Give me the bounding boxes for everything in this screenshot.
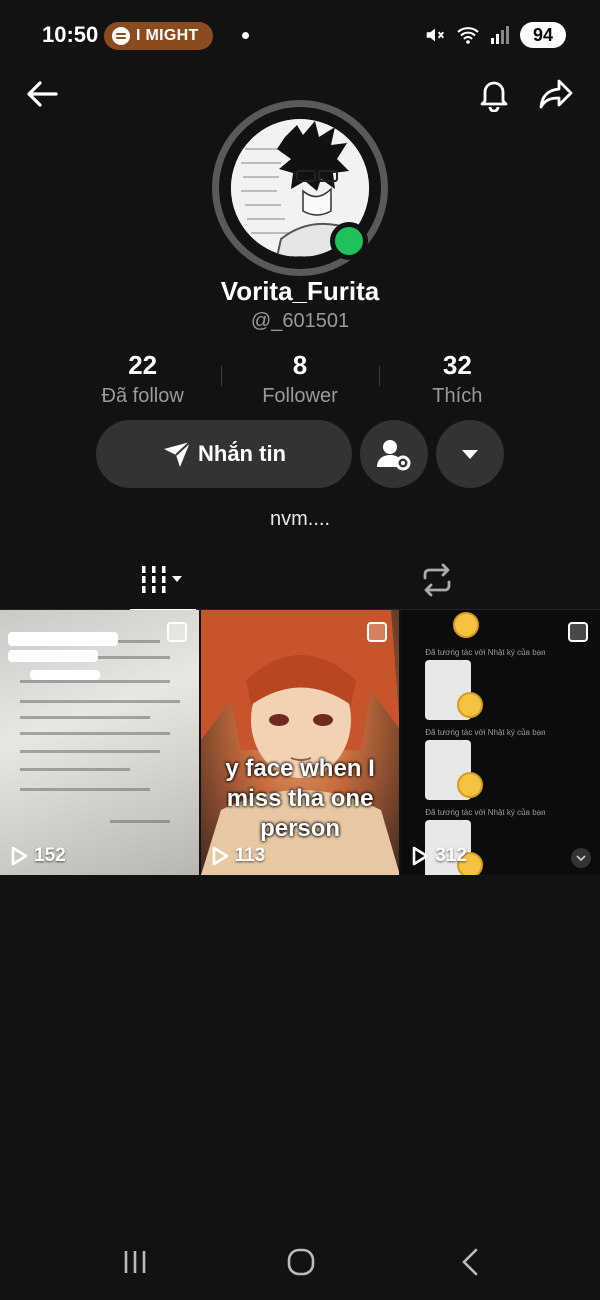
stat-likes[interactable]: 32 Thích: [378, 350, 536, 408]
video-thumbnail[interactable]: y face when I miss tha one person 113: [200, 610, 400, 875]
multi-photo-icon: [367, 622, 388, 642]
signal-icon: [491, 26, 509, 44]
home-button[interactable]: [276, 1238, 326, 1286]
more-options-button[interactable]: [436, 420, 504, 488]
profile-actions: Nhắn tin: [96, 420, 504, 488]
video-caption: y face when I miss tha one person: [225, 755, 375, 842]
display-name: Vorita_Furita: [220, 276, 380, 306]
caret-down-icon: [462, 450, 478, 459]
view-count-value: 113: [234, 845, 266, 866]
back-arrow-icon: [27, 81, 58, 107]
friend-settings-button[interactable]: [360, 420, 428, 488]
message-button[interactable]: Nhắn tin: [96, 420, 352, 488]
stat-followers[interactable]: 8 Follower: [221, 350, 378, 408]
spotify-icon: [112, 27, 130, 45]
status-bar: 10:50 I MIGHT 94: [0, 0, 600, 72]
now-playing-title: I MIGHT: [136, 27, 199, 44]
recents-icon: [124, 1251, 146, 1273]
stat-value: 22: [128, 350, 158, 380]
clock: 10:50: [42, 22, 99, 47]
system-back-button[interactable]: [446, 1238, 496, 1286]
story-interaction-text: Đã tương tác với Nhật ký của bạn: [425, 728, 546, 737]
user-settings-icon: [377, 440, 411, 471]
bio: nvm....: [269, 508, 330, 530]
stat-value: 32: [442, 350, 472, 380]
home-icon: [287, 1248, 315, 1276]
recents-button[interactable]: [110, 1238, 160, 1286]
battery-indicator: 94: [520, 22, 566, 48]
play-icon: [412, 846, 429, 866]
system-navigation-bar: [0, 1238, 600, 1288]
send-icon: [164, 441, 191, 467]
view-count: 312: [411, 845, 467, 867]
story-interaction-text: Đã tương tác với Nhật ký của bạn: [425, 648, 546, 657]
view-count: 152: [10, 845, 66, 867]
now-playing-pill[interactable]: I MIGHT: [104, 22, 213, 50]
tab-videos[interactable]: [130, 550, 196, 611]
stat-label: Follower: [262, 385, 338, 407]
online-status-indicator: [330, 222, 368, 260]
chevron-down-icon[interactable]: [570, 847, 592, 869]
pleading-emoji-icon: [457, 692, 484, 718]
stat-label: Đã follow: [101, 385, 184, 407]
bell-icon: [480, 81, 508, 112]
multi-photo-icon: [567, 622, 588, 642]
content-tabs: [0, 550, 600, 611]
wifi-icon: [457, 27, 479, 44]
play-icon: [11, 846, 28, 866]
share-button[interactable]: [536, 74, 576, 114]
video-thumbnail[interactable]: Đã tương tác với Nhật ký của bạn Đã tươn…: [401, 610, 600, 875]
video-grid: 152 y face when I miss tha one person 11…: [0, 610, 600, 875]
repost-icon: [423, 563, 451, 597]
video-thumbnail[interactable]: 152: [0, 610, 199, 875]
username: @_601501: [250, 310, 350, 332]
notification-dot: [242, 32, 249, 39]
tab-reposts[interactable]: [404, 550, 470, 610]
laughing-emoji-icon: [453, 612, 480, 638]
view-count: 113: [211, 845, 266, 867]
back-icon: [462, 1248, 478, 1276]
view-count-value: 312: [435, 845, 467, 866]
stat-following[interactable]: 22 Đã follow: [64, 350, 221, 408]
view-count-value: 152: [34, 845, 66, 866]
system-icons: 94: [424, 22, 566, 48]
back-button[interactable]: [22, 74, 62, 114]
multi-photo-icon: [166, 622, 187, 642]
profile-stats: 22 Đã follow 8 Follower 32 Thích: [64, 350, 536, 408]
pleading-emoji-icon: [457, 772, 484, 798]
share-icon: [539, 79, 573, 109]
mute-icon: [426, 28, 444, 42]
story-interaction-text: Đã tương tác với Nhật ký của bạn: [425, 808, 546, 817]
grid-icon: [142, 566, 182, 593]
message-button-label: Nhắn tin: [198, 441, 286, 466]
stat-label: Thích: [432, 385, 483, 407]
play-icon: [212, 846, 228, 866]
notifications-button[interactable]: [474, 74, 514, 114]
stat-value: 8: [292, 350, 308, 380]
